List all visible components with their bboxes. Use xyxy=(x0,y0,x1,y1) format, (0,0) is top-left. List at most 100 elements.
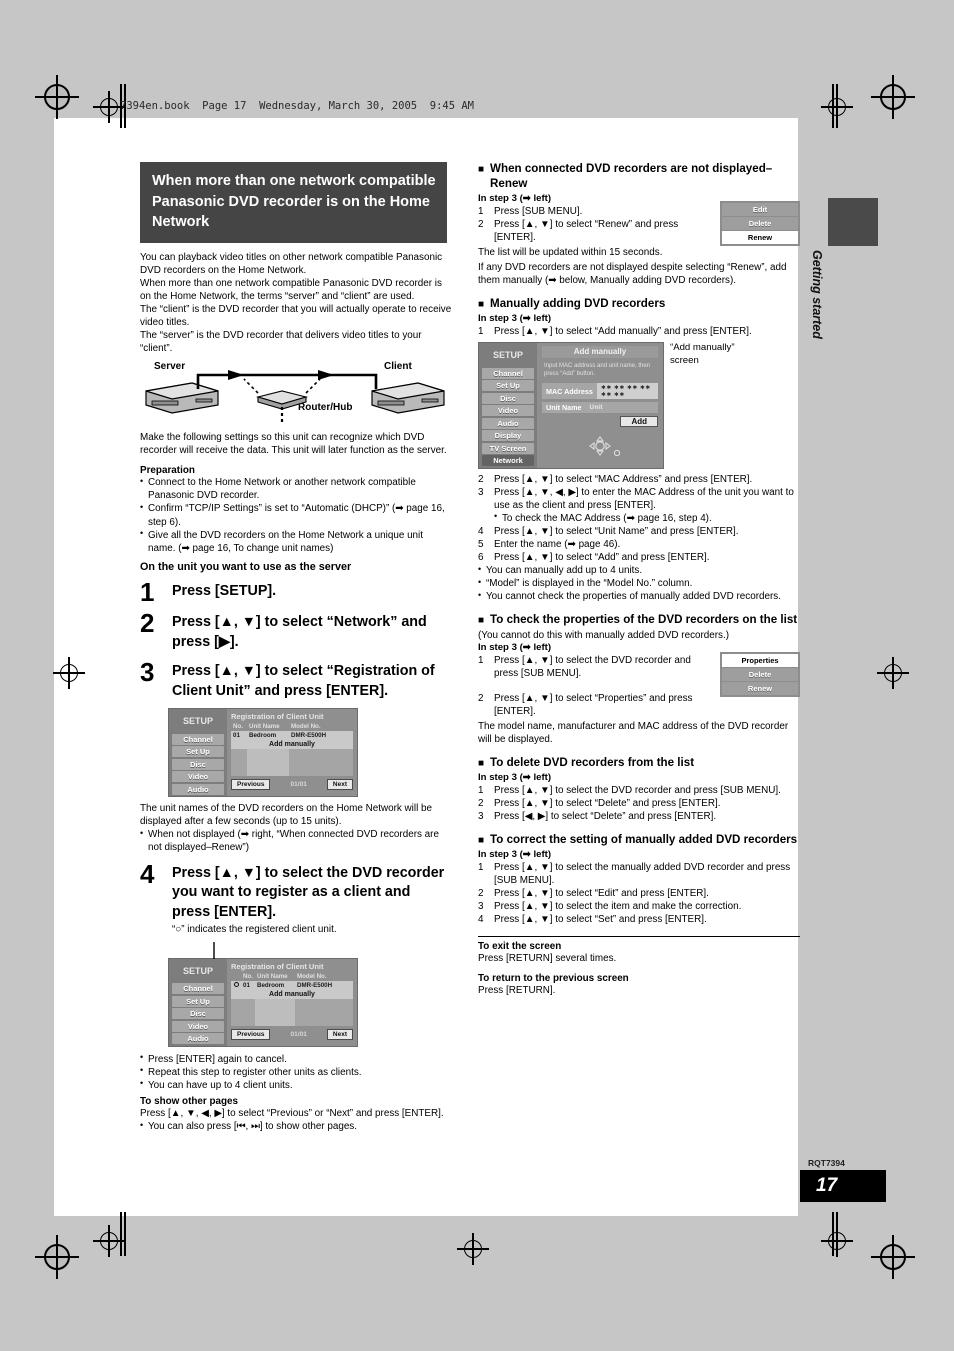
square-bullet-icon: ■ xyxy=(478,299,485,311)
submenu-item-edit[interactable]: Edit xyxy=(722,202,798,217)
step-2: 2 Press [▲, ▼] to select “Network” and p… xyxy=(140,610,452,652)
server-unit-heading: On the unit you want to use as the serve… xyxy=(140,560,352,573)
dpad-icon xyxy=(589,436,621,457)
osd3-menu-display[interactable]: Display xyxy=(482,430,534,442)
intro-paragraphs: You can playback video titles on other n… xyxy=(140,251,452,356)
osd2-table-row[interactable]: 01 Bedroom DMR-E500H xyxy=(231,980,353,990)
osd2-screen-title: Registration of Client Unit xyxy=(231,961,324,971)
sec5-item: 4 Press [▲, ▼] to select “Set” and press … xyxy=(478,914,707,926)
osd1-menu-video[interactable]: Video xyxy=(172,771,224,783)
osd3-menu-audio[interactable]: Audio xyxy=(482,417,534,429)
osd-add-manually-wrap: SETUP Channel Set Up Disc Video Audio Di… xyxy=(478,342,800,469)
osd3-menu-video[interactable]: Video xyxy=(482,405,534,417)
preparation-heading: Preparation xyxy=(140,465,195,477)
osd-add-manually-screen: SETUP Channel Set Up Disc Video Audio Di… xyxy=(478,342,664,469)
osd1-setup-title: SETUP xyxy=(182,716,213,727)
osd3-unit-name-row[interactable]: Unit Name Unit xyxy=(542,402,658,414)
osd1-col-no: No. xyxy=(233,723,243,731)
sec2-item-text: Press [▲, ▼] to select “MAC Address” and… xyxy=(494,473,753,485)
osd3-setup-title: SETUP xyxy=(492,350,523,361)
osd2-menu-video[interactable]: Video xyxy=(172,1020,224,1032)
osd2-setup-title: SETUP xyxy=(182,965,213,976)
submenu-item-renew[interactable]: Renew xyxy=(722,230,798,244)
preparation-item: Confirm “TCP/IP Settings” is set to “Aut… xyxy=(140,502,452,528)
section-delete-heading-row: ■ To delete DVD recorders from the list xyxy=(478,756,800,771)
osd3-mac-address-value[interactable]: ∗∗ ∗∗ ∗∗ ∗∗ ∗∗ ∗∗ xyxy=(596,383,658,400)
submenu-item-delete[interactable]: Delete xyxy=(722,216,798,231)
osd1-add-manually-row[interactable]: Add manually xyxy=(231,740,353,750)
osd1-table-row[interactable]: 01 Bedroom DMR-E500H xyxy=(231,731,353,741)
osd3-menu-network[interactable]: Network xyxy=(482,455,534,467)
osd3-menu-disc[interactable]: Disc xyxy=(482,392,534,404)
submenu-item-delete[interactable]: Delete xyxy=(722,668,798,683)
section-manual-add-heading-row: ■ Manually adding DVD recorders xyxy=(478,297,800,312)
osd1-table-header-row: No. Unit Name Model No. xyxy=(231,723,353,731)
left-column: When more than one network compatible Pa… xyxy=(140,162,452,1133)
osd2-menu-disc[interactable]: Disc xyxy=(172,1008,224,1020)
sec5-in-step: In step 3 (➡ left) xyxy=(478,848,552,860)
osd3-menu-setup[interactable]: Set Up xyxy=(482,380,534,392)
crop-line-br-v2 xyxy=(836,1212,838,1256)
osd3-menu-channel[interactable]: Channel xyxy=(482,367,534,379)
section-properties-heading: To check the properties of the DVD recor… xyxy=(490,613,798,627)
osd1-menu-channel[interactable]: Channel xyxy=(172,733,224,745)
sec5-item-text: Press [▲, ▼] to select “Set” and press [… xyxy=(494,914,707,926)
sec2-item: 3 Press [▲, ▼, ◀, ▶] to enter the MAC Add… xyxy=(478,486,794,511)
osd2-previous-button[interactable]: Previous xyxy=(231,1028,271,1040)
step-4-bullets: Press [ENTER] again to cancel. Repeat th… xyxy=(140,1052,452,1092)
osd3-mac-address-row[interactable]: MAC Address ∗∗ ∗∗ ∗∗ ∗∗ ∗∗ ∗∗ xyxy=(542,383,658,400)
sec2-item-text: Enter the name (➡ page 46). xyxy=(494,538,621,550)
other-pages-bullet: You can also press [⏮, ⏭] to show other … xyxy=(140,1120,452,1133)
step-4-text: Press [▲, ▼] to select the DVD recorder … xyxy=(172,864,445,920)
submenu-item-properties[interactable]: Properties xyxy=(722,654,798,669)
osd2-empty-row xyxy=(231,1007,353,1017)
section-correct-heading: To correct the setting of manually added… xyxy=(490,832,798,846)
step-2-text: Press [▲, ▼] to select “Network” and pre… xyxy=(172,614,427,651)
step-3-text: Press [▲, ▼] to select “Registration of … xyxy=(172,662,435,699)
osd1-menu-setup[interactable]: Set Up xyxy=(172,746,224,758)
osd2-empty-row xyxy=(231,998,353,1008)
section-title-banner: When more than one network compatible Pa… xyxy=(140,162,447,243)
osd-registration-screen-1: SETUP Channel Set Up Disc Video Audio Re… xyxy=(168,708,358,798)
sec5-item-text: Press [▲, ▼] to select “Edit” and press … xyxy=(494,887,709,899)
section-correct-heading-row: ■ To correct the setting of manually add… xyxy=(478,833,800,848)
page-number-box: 17 xyxy=(800,1170,886,1202)
sec2-item-text: Press [▲, ▼, ◀, ▶] to enter the MAC Addr… xyxy=(494,486,794,511)
osd3-dpad-hint xyxy=(542,436,658,462)
osd2-add-manually-row[interactable]: Add manually xyxy=(231,989,353,999)
sec1-item-text: Press [SUB MENU]. xyxy=(494,205,583,217)
osd2-cell-no: 01 xyxy=(241,980,255,990)
osd2-menu-audio[interactable]: Audio xyxy=(172,1033,224,1045)
osd1-next-button[interactable]: Next xyxy=(326,779,353,791)
client-device-icon xyxy=(371,382,445,414)
osd1-menu-audio[interactable]: Audio xyxy=(172,783,224,795)
router-hub-icon xyxy=(255,390,309,410)
after-step3-bullet: When not displayed (➡ right, “When conne… xyxy=(140,828,452,854)
osd1-cell-no: 01 xyxy=(231,731,247,741)
osd2-menu-channel[interactable]: Channel xyxy=(172,983,224,995)
osd3-add-button[interactable]: Add xyxy=(620,416,658,428)
section-properties-heading-row: ■ To check the properties of the DVD rec… xyxy=(478,613,800,628)
sec1-item: 1 Press [SUB MENU]. xyxy=(478,205,693,218)
osd2-page-indicator: 01/01 xyxy=(290,1030,307,1038)
osd2-next-button[interactable]: Next xyxy=(326,1028,353,1040)
sec3-item-text: Press [▲, ▼] to select the DVD recorder … xyxy=(494,655,691,680)
osd3-menu-tvscreen[interactable]: TV Screen xyxy=(482,442,534,454)
sec4-items: 1 Press [▲, ▼] to select the DVD recorder… xyxy=(478,784,800,823)
step-4: 4 Press [▲, ▼] to select the DVD recorde… xyxy=(140,861,452,923)
osd1-menu-disc[interactable]: Disc xyxy=(172,758,224,770)
step-1-number: 1 xyxy=(140,576,155,607)
sec2-sub-bullet: To check the MAC Address (➡ page 16, ste… xyxy=(494,511,800,525)
crop-mark-bottom-center xyxy=(457,1233,489,1265)
step-3: 3 Press [▲, ▼] to select “Registration o… xyxy=(140,659,452,701)
osd1-page-indicator: 01/01 xyxy=(290,781,307,789)
osd1-previous-button[interactable]: Previous xyxy=(231,779,271,791)
sec4-item: 1 Press [▲, ▼] to select the DVD recorder… xyxy=(478,784,781,796)
crop-mark-bottom-left xyxy=(93,1225,125,1257)
osd3-sidebar: SETUP Channel Set Up Disc Video Audio Di… xyxy=(479,343,537,468)
submenu-item-renew[interactable]: Renew xyxy=(722,682,798,696)
osd1-empty-row xyxy=(231,749,353,759)
osd2-menu-setup[interactable]: Set Up xyxy=(172,995,224,1007)
osd3-unit-name-value[interactable]: Unit xyxy=(586,403,658,412)
crop-line-bl-v xyxy=(120,1212,122,1256)
